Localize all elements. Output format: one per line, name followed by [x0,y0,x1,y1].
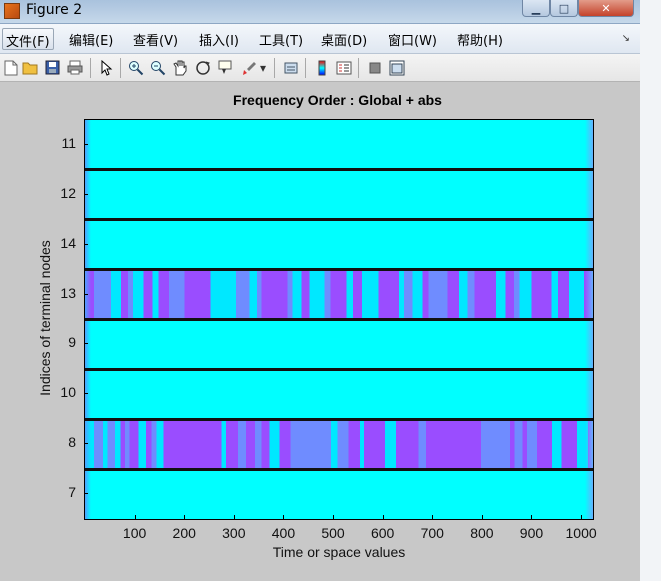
x-tick-mark [134,515,136,519]
x-tick-label: 800 [470,525,494,541]
row-separator [85,417,593,421]
row-separator [85,268,593,272]
x-tick-mark [481,515,483,519]
x-axis-label: Time or space values [272,544,406,560]
x-tick-mark [432,515,434,519]
y-tick-label: 14 [60,234,76,251]
y-tick-label: 8 [68,434,76,451]
x-tick-label: 900 [519,525,544,541]
y-tick-mark [84,243,88,245]
x-tick-mark [333,515,335,519]
rotate-3d-icon[interactable] [194,59,211,76]
heatmap-row-7 [85,469,593,519]
x-tick-label: 600 [370,525,395,541]
figure-canvas: Frequency Order : Global + abs Indices o… [0,82,640,581]
heatmap-row-12 [85,169,593,220]
heatmap-row-14 [85,219,593,270]
matlab-icon [4,3,20,19]
menu-bar: 文件(F) 编辑(E) 查看(V) 插入(I) 工具(T) 桌面(D) 窗口(W… [0,24,640,54]
colorbar-icon[interactable] [313,59,330,76]
y-tick-label: 13 [60,284,76,301]
y-tick-mark [84,493,88,495]
title-bar[interactable]: Figure 2 ▁ □ ✕ [0,0,661,24]
data-cursor-icon[interactable] [216,59,233,76]
show-plot-tools-icon[interactable] [388,59,405,76]
print-icon[interactable] [66,59,83,76]
x-tick-mark [233,515,235,519]
figure-toolbar: ▾ [0,54,640,82]
y-tick-mark [84,343,88,345]
x-tick-label: 300 [222,525,246,541]
y-tick-label: 7 [68,484,76,501]
heatmap-row-8 [85,419,593,470]
row-separator [85,218,593,222]
x-tick-label: 1000 [565,525,597,541]
minimize-icon: ▁ [531,1,541,15]
y-tick-label: 9 [68,334,76,351]
heatmap-row-13 [85,269,593,320]
hide-plot-tools-icon[interactable] [366,59,383,76]
row-separator [85,168,593,172]
close-button[interactable]: ✕ [578,0,634,17]
row-separator [85,467,593,471]
desktop-background [640,0,661,581]
menu-tools[interactable]: 工具(T) [256,28,306,50]
brush-dropdown-icon[interactable]: ▾ [258,59,268,76]
menu-desktop[interactable]: 桌面(D) [318,28,370,50]
brush-icon[interactable] [240,59,257,76]
menu-help[interactable]: 帮助(H) [454,28,506,50]
zoom-in-icon[interactable] [127,59,144,76]
new-figure-icon[interactable] [2,59,19,76]
y-tick-label: 12 [60,184,76,201]
y-tick-mark [84,193,88,195]
x-tick-label: 100 [122,525,147,541]
legend-icon[interactable] [335,59,352,76]
row-separator [85,367,593,371]
menu-file[interactable]: 文件(F) [2,28,54,50]
menu-window[interactable]: 窗口(W) [385,28,440,50]
x-tick-mark [531,515,533,519]
x-tick-label: 500 [321,525,345,541]
x-tick-mark [283,515,285,519]
maximize-button[interactable]: □ [550,0,578,17]
y-tick-mark [84,143,88,145]
minimize-button[interactable]: ▁ [522,0,550,17]
zoom-out-icon[interactable] [149,59,166,76]
plot-title: Frequency Order : Global + abs [233,92,442,108]
heatmap-axes[interactable] [84,119,594,520]
pointer-icon[interactable] [98,59,115,76]
heatmap-row-10 [85,369,593,420]
menu-dock-arrow-icon[interactable]: ↘ [622,33,630,44]
heatmap-row-9 [85,319,593,370]
menu-edit[interactable]: 编辑(E) [66,28,116,50]
pan-icon[interactable] [171,59,188,76]
row-separator [85,318,593,321]
menu-view[interactable]: 查看(V) [130,28,181,50]
figure-window: Figure 2 ▁ □ ✕ 文件(F) 编辑(E) 查看(V) 插入(I) 工… [0,0,661,581]
x-tick-mark [184,515,186,519]
x-tick-mark [382,515,384,519]
x-tick-label: 400 [271,525,296,541]
link-plot-icon[interactable] [282,59,299,76]
menu-insert[interactable]: 插入(I) [196,28,242,50]
window-title: Figure 2 [26,2,83,18]
y-tick-mark [84,393,88,395]
x-tick-label: 700 [420,525,444,541]
heatmap-row-11 [85,120,593,170]
y-tick-mark [84,293,88,295]
x-tick-mark [581,515,583,519]
x-tick-label: 200 [172,525,196,541]
close-icon: ✕ [601,1,611,15]
maximize-icon: □ [558,1,570,15]
y-tick-label: 11 [61,134,76,151]
open-file-icon[interactable] [22,59,39,76]
save-icon[interactable] [44,59,61,76]
y-tick-label: 10 [60,384,76,401]
y-tick-mark [84,443,88,445]
